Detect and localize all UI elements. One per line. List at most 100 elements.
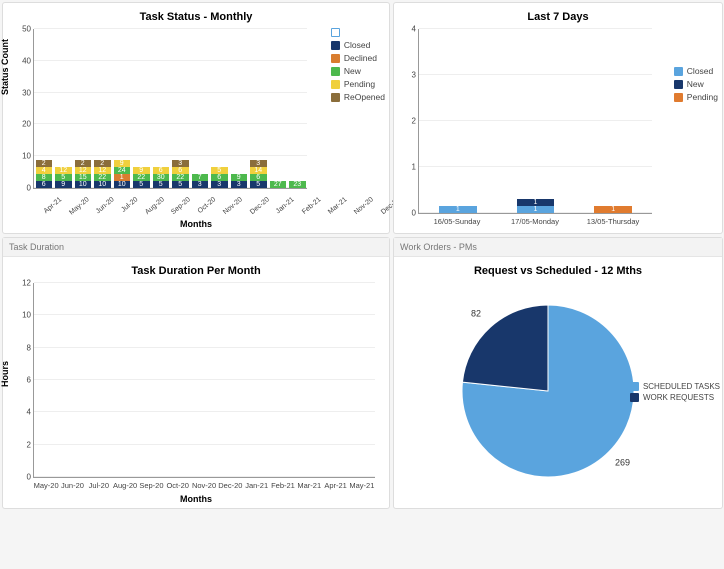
bar-value-label: 1 [120, 174, 124, 181]
bar-value-label: 5 [256, 181, 260, 188]
bar-segment: 1 [517, 199, 554, 206]
bar-value-label: 9 [61, 181, 65, 188]
bar-segment: 12 [94, 167, 111, 174]
bar-segment: 3 [172, 160, 189, 167]
bar-value-label: 3 [237, 181, 241, 188]
bar-segment: 5 [153, 181, 170, 188]
y-tick: 3 [412, 71, 416, 80]
bar-segment: 30 [153, 174, 170, 181]
y-tick: 8 [27, 343, 31, 352]
bar-segment: 12 [55, 167, 72, 174]
panel-header: Work Orders - PMs [394, 238, 722, 257]
bar-value-label: 6 [159, 167, 163, 174]
swatch-reopened [331, 93, 340, 102]
y-tick: 20 [22, 120, 31, 129]
x-tick: Dec-20 [217, 478, 243, 492]
bar-segment: 6 [36, 181, 53, 188]
bar-value-label: 10 [98, 181, 106, 188]
bar-value-label: 5 [61, 174, 65, 181]
legend-monthly: Closed Declined New Pending ReOpened [331, 25, 385, 105]
swatch-new [674, 80, 683, 89]
bar-value-label: 9 [139, 167, 143, 174]
panel-header: Task Duration [3, 238, 389, 257]
bar-group: 1 [576, 206, 651, 213]
bar-group: 9512 [55, 167, 72, 188]
bar-value-label: 2 [42, 160, 46, 167]
bar-group: 11 [498, 199, 573, 213]
bar-segment: 9 [231, 174, 248, 181]
bar-value-label: 22 [98, 174, 106, 181]
bar-segment: 3 [250, 160, 267, 167]
bar-segment: 10 [94, 181, 111, 188]
bar-value-label: 23 [293, 181, 301, 188]
bar-group: 56143 [250, 160, 267, 188]
bar-segment: 5 [250, 181, 267, 188]
y-tick: 0 [27, 473, 31, 482]
x-tick: Feb-21 [270, 478, 296, 492]
bar-value-label: 3 [198, 181, 202, 188]
bar-value-label: 10 [79, 181, 87, 188]
x-tick: Apr-21 [322, 478, 348, 492]
bar-value-label: 12 [98, 167, 106, 174]
bar-group: 27 [270, 181, 287, 188]
swatch-closed [331, 41, 340, 50]
swatch-new [331, 67, 340, 76]
panel-task-status-monthly: Task Status - Monthly Status Count 01020… [2, 2, 390, 234]
swatch-requests [630, 393, 639, 402]
y-tick: 0 [412, 209, 416, 218]
legend-last7: Closed New Pending [674, 63, 718, 105]
bar-value-label: 10 [118, 181, 126, 188]
bar-value-label: 1 [611, 206, 615, 213]
bar-segment: 6 [250, 174, 267, 181]
bar-value-label: 5 [178, 181, 182, 188]
bar-group: 23 [289, 181, 306, 188]
y-tick: 4 [412, 25, 416, 34]
bar-segment: 14 [250, 167, 267, 174]
y-tick: 2 [412, 117, 416, 126]
y-tick: 10 [22, 152, 31, 161]
bar-value-label: 7 [198, 174, 202, 181]
bar-group: 365 [211, 167, 228, 188]
swatch-scheduled [630, 382, 639, 391]
bar-value-label: 1 [456, 206, 460, 213]
bar-segment: 12 [75, 167, 92, 174]
y-tick: 6 [27, 376, 31, 385]
panel-last-7-days: Last 7 Days 012341111 16/05-Sunday17/05-… [393, 2, 723, 234]
bar-value-label: 2 [81, 160, 85, 167]
bar-segment: 8 [36, 174, 53, 181]
bar-segment: 6 [211, 174, 228, 181]
bar-value-label: 6 [42, 181, 46, 188]
y-tick: 1 [412, 163, 416, 172]
bar-segment: 10 [75, 181, 92, 188]
bar-group: 5229 [133, 167, 150, 188]
bar-segment: 7 [192, 174, 209, 181]
swatch-closed [674, 67, 683, 76]
bar-segment: 10 [114, 181, 131, 188]
chart-title: Request vs Scheduled - 12 Mths [398, 265, 718, 277]
x-tick: Jan-21 [244, 478, 270, 492]
x-tick: 13/05-Thursday [574, 214, 652, 228]
bar-segment: 2 [94, 160, 111, 167]
swatch-blank [331, 28, 340, 37]
legend-pie: SCHEDULED TASKS WORK REQUESTS [630, 380, 720, 404]
plot-monthly: 0102030405068429512101512210221221012495… [33, 29, 307, 189]
bar-segment: 22 [133, 174, 150, 181]
bar-segment: 1 [114, 174, 131, 181]
bar-value-label: 22 [176, 174, 184, 181]
bar-segment: 1 [439, 206, 476, 213]
chart-title: Last 7 Days [398, 11, 718, 23]
panel-task-duration: Task Duration Task Duration Per Month Ho… [2, 237, 390, 509]
bar-segment: 9 [55, 181, 72, 188]
bar-value-label: 14 [254, 167, 262, 174]
x-tick: 17/05-Monday [496, 214, 574, 228]
x-axis-label: Months [7, 494, 385, 504]
bar-value-label: 4 [42, 167, 46, 174]
bar-value-label: 3 [178, 160, 182, 167]
bar-segment: 23 [289, 181, 306, 188]
y-tick: 12 [22, 279, 31, 288]
bar-group: 1015122 [75, 160, 92, 188]
bar-group: 1022122 [94, 160, 111, 188]
bar-segment: 24 [114, 167, 131, 174]
chart-title: Task Status - Monthly [7, 11, 385, 23]
bar-segment: 9 [114, 160, 131, 167]
